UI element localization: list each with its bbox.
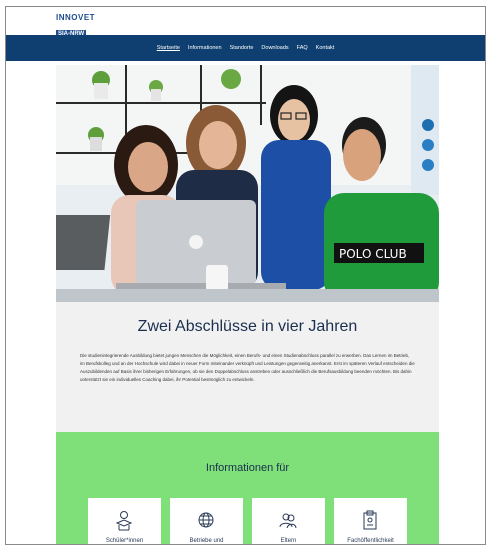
info-title: Informationen für [205, 462, 290, 474]
info-section: Informationen für Schüler*innen Betriebe… [56, 432, 439, 544]
parents-icon [279, 513, 297, 529]
card-eltern[interactable]: Eltern [252, 498, 325, 544]
logo[interactable]: INNOVET SIA-NRW [56, 13, 102, 38]
nav-informationen[interactable]: Informationen [188, 45, 222, 51]
card-fachoeffentlichkeit[interactable]: Fachöffentlichkeit [334, 498, 407, 544]
hero-photo-illustration: POLO CLUB [56, 65, 439, 302]
header: INNOVET SIA-NRW [6, 7, 485, 38]
intro-section: Zwei Abschlüsse in vier Jahren Die studi… [56, 302, 439, 432]
hero-image: POLO CLUB [56, 65, 439, 302]
card-schueler[interactable]: Schüler*innen [88, 498, 161, 544]
clipboard-icon [363, 510, 377, 530]
main-nav: Startseite Informationen Standorte Downl… [6, 35, 485, 61]
card-betriebe[interactable]: Betriebe und [170, 498, 243, 544]
card-label: Fachöffentlichkeit [347, 538, 394, 544]
nav-faq[interactable]: FAQ [297, 45, 308, 51]
nav-kontakt[interactable]: Kontakt [316, 45, 335, 51]
nav-standorte[interactable]: Standorte [230, 45, 254, 51]
nav-downloads[interactable]: Downloads [261, 45, 288, 51]
shirt-text: POLO CLUB [339, 247, 407, 261]
card-label: Schüler*innen [105, 538, 144, 544]
card-label: Eltern [280, 538, 297, 544]
logo-line1: INNOVET [56, 13, 96, 22]
nav-startseite[interactable]: Startseite [157, 45, 180, 51]
card-label: Betriebe und [189, 538, 224, 544]
globe-icon [198, 512, 214, 528]
intro-body: Die studienintegrierende Ausbildung biet… [80, 353, 415, 382]
browser-page: INNOVET SIA-NRW Startseite Informationen… [5, 6, 486, 545]
intro-title: Zwei Abschlüsse in vier Jahren [137, 318, 358, 335]
student-icon [115, 511, 133, 531]
